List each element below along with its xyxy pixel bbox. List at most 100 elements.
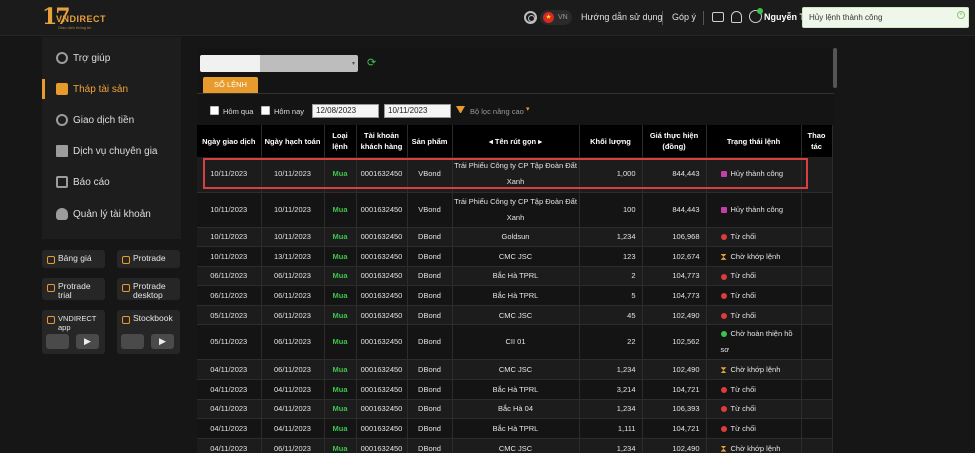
quick-link-vndirect-app[interactable]: VNDIRECT app ▶ [42,310,105,354]
table-cell: Bắc Hà TPRL [452,418,580,439]
status-cell: Từ chối [706,379,802,400]
sidebar-item-help[interactable]: Trợ giúp [42,45,181,71]
logo-tagline: Giao dịch thông tin [58,25,92,30]
table-cell: 04/11/2023 [197,359,262,381]
status-text: Chờ khớp lệnh [730,251,781,261]
status-text: Từ chối [730,291,756,301]
today-checkbox[interactable] [261,106,270,115]
table-row[interactable]: 06/11/2023 06/11/2023 Mua 0001632450 DBond Bắ… [197,266,833,287]
sidebar-item-money[interactable]: Giao dịch tiền [42,107,181,133]
language-code: VN [558,14,568,21]
tab-order-book[interactable]: SỔ LỆNH [203,77,258,93]
table-cell: CMC JSC [452,305,580,326]
table-cell: Mua [324,157,357,193]
table-cell: 844,443 [642,157,707,193]
table-cell: 102,490 [642,438,707,453]
to-date-input[interactable]: 10/11/2023 [384,104,451,118]
table-row[interactable]: 04/11/2023 04/11/2023 Mua 0001632450 DBond Bắ… [197,379,833,400]
action-cell[interactable] [801,418,833,439]
table-cell: DBond [407,399,453,420]
reject-icon [720,386,727,393]
vndirect-logo[interactable]: 17 VNDIRECT Giao dịch thông tin [42,4,112,32]
apple-store-icon[interactable] [121,334,144,349]
action-cell[interactable] [801,285,833,306]
status-cell: Chờ khớp lệnh [706,359,802,381]
vietnam-flag-icon: ★ [543,12,554,23]
filter-icon[interactable] [456,106,465,114]
quick-link-price-board[interactable]: Bảng giá [42,250,105,268]
action-cell[interactable] [801,305,833,326]
action-cell[interactable] [801,246,833,267]
feedback-link[interactable]: Góp ý [672,12,696,22]
table-cell: 106,393 [642,399,707,420]
table-cell: 0001632450 [356,324,408,361]
quick-link-stockbook[interactable]: Stockbook ▶ [117,310,180,354]
quick-link-protrade-trial[interactable]: Protrade trial [42,278,105,300]
column-header[interactable]: ◂ Tên rút gọn ▸ [452,125,580,157]
close-icon[interactable]: × [957,11,965,19]
status-cell: Từ chối [706,227,802,248]
table-row[interactable]: 04/11/2023 06/11/2023 Mua 0001632450 DBond CM… [197,438,833,453]
table-row[interactable]: 04/11/2023 04/11/2023 Mua 0001632450 DBond Bắ… [197,418,833,439]
sidebar-item-asset-tower[interactable]: Tháp tài sản [42,76,181,102]
table-row[interactable]: 10/11/2023 10/11/2023 Mua 0001632450 DBond Go… [197,227,833,248]
sidebar-item-account[interactable]: Quản lý tài khoản [42,201,181,227]
table-row[interactable]: 05/11/2023 06/11/2023 Mua 0001632450 DBond CI… [197,324,833,361]
action-cell[interactable] [801,438,833,453]
table-cell: 06/11/2023 [261,324,325,361]
account-select[interactable]: ▾ [200,55,358,72]
bell-icon[interactable] [731,11,742,23]
logo-brand: VNDIRECT [56,14,107,24]
table-cell: Mua [324,418,357,439]
table-cell: 04/11/2023 [261,399,325,420]
action-cell[interactable] [801,379,833,400]
table-cell: 10/11/2023 [261,192,325,228]
table-cell: 04/11/2023 [197,399,262,420]
action-cell[interactable] [801,227,833,248]
advanced-filter-button[interactable]: Bộ lọc nâng cao [470,107,524,116]
quick-link-protrade-desktop[interactable]: Protrade desktop [117,278,180,300]
table-cell: Mua [324,305,357,326]
table-row[interactable]: 04/11/2023 06/11/2023 Mua 0001632450 DBond CM… [197,359,833,381]
external-link-icon [122,284,130,292]
table-cell: VBond [407,157,453,193]
money-icon [56,114,68,126]
action-cell[interactable] [801,359,833,381]
language-switch[interactable]: ★ VN [540,10,572,25]
chevron-down-icon[interactable]: ▾ [526,105,530,113]
action-cell[interactable] [801,399,833,420]
table-cell: 3,214 [579,379,643,400]
sidebar-item-expert[interactable]: Dịch vụ chuyên gia [42,138,181,164]
table-cell: 06/11/2023 [261,438,325,453]
user-name[interactable]: Nguyễn Th [764,12,804,22]
table-cell: Mua [324,438,357,453]
action-cell[interactable] [801,157,833,193]
table-cell: DBond [407,246,453,267]
action-cell[interactable] [801,266,833,287]
from-date-input[interactable]: 12/08/2023 [312,104,379,118]
user-guide-link[interactable]: Hướng dẫn sử dụng [581,12,663,22]
mail-icon[interactable] [712,12,724,22]
sidebar-item-report[interactable]: Báo cáo [42,169,181,195]
action-cell[interactable] [801,192,833,228]
action-cell[interactable] [801,324,833,361]
apple-store-icon[interactable] [46,334,69,349]
quick-link-protrade[interactable]: Protrade [117,250,180,268]
play-store-icon[interactable]: ▶ [151,334,174,349]
table-cell: DBond [407,266,453,287]
gear-icon[interactable] [524,11,537,24]
table-row[interactable]: 06/11/2023 06/11/2023 Mua 0001632450 DBond Bắ… [197,285,833,306]
table-cell: DBond [407,438,453,453]
table-cell: DBond [407,227,453,248]
table-row[interactable]: 10/11/2023 10/11/2023 Mua 0001632450 VBond Tr… [197,192,833,228]
table-row[interactable]: 10/11/2023 13/11/2023 Mua 0001632450 DBond CM… [197,246,833,267]
table-cell: 1,234 [579,359,643,381]
table-row[interactable]: 04/11/2023 04/11/2023 Mua 0001632450 DBond Bắ… [197,399,833,420]
play-store-icon[interactable]: ▶ [76,334,99,349]
refresh-icon[interactable]: ⟳ [367,56,376,69]
online-status-dot [757,8,763,14]
table-row[interactable]: 10/11/2023 10/11/2023 Mua 0001632450 VBond Tr… [197,157,833,193]
table-row[interactable]: 05/11/2023 06/11/2023 Mua 0001632450 DBond CM… [197,305,833,326]
table-cell: 104,773 [642,266,707,287]
yesterday-checkbox[interactable] [210,106,219,115]
